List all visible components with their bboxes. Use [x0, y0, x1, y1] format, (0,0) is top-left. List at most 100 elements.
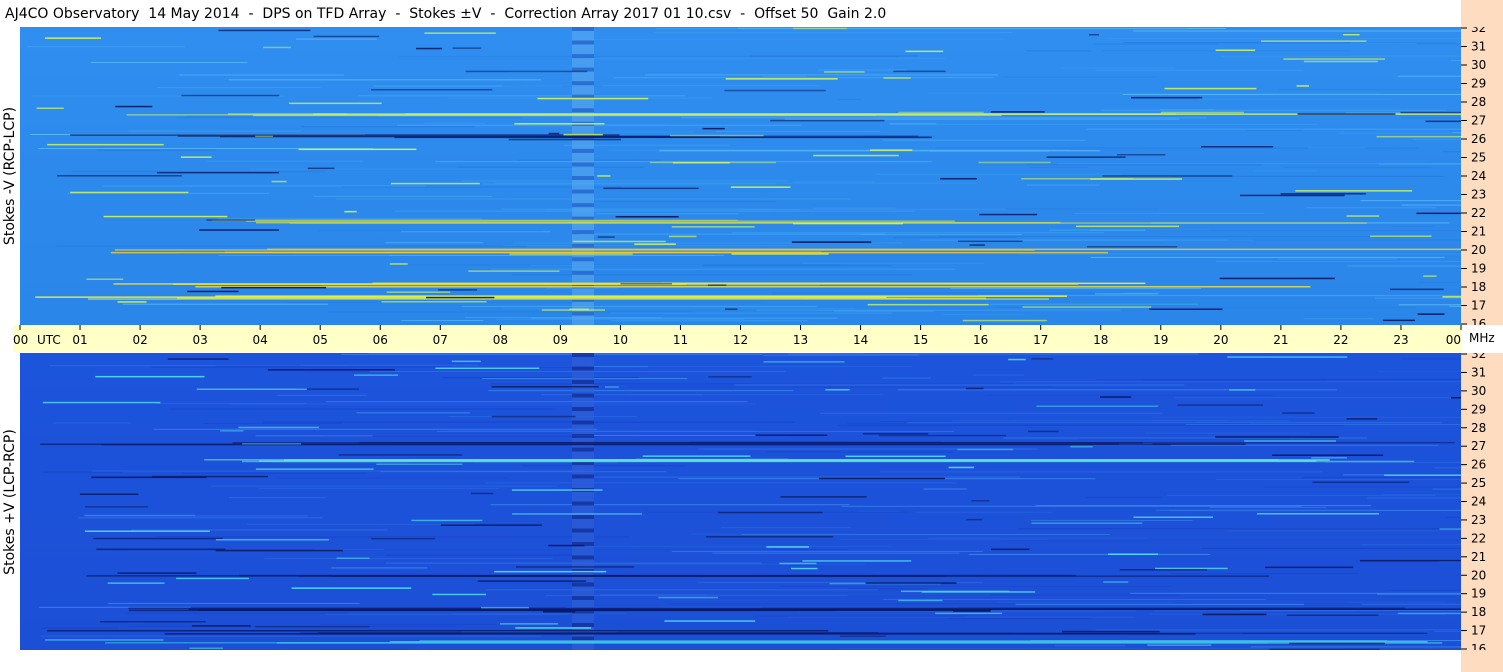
- time-tick-label: 09: [553, 333, 568, 347]
- spectrogram-streak: [1377, 593, 1461, 595]
- spectrogram-streak: [1392, 225, 1435, 227]
- spectrogram-streak: [1417, 43, 1461, 45]
- spectrogram-band-mark: [572, 311, 594, 316]
- time-tick-label: 17: [1033, 333, 1048, 347]
- spectrogram-dash: [215, 539, 329, 541]
- spectrogram-band-mark: [572, 176, 594, 180]
- spectrogram-streak: [1378, 371, 1461, 373]
- spectrogram-dash: [991, 548, 1030, 551]
- spectrogram-streak: [168, 408, 557, 410]
- spectrogram-streak: [1449, 305, 1461, 307]
- spectrogram-dash: [1425, 120, 1461, 123]
- spectrogram-streak: [837, 424, 1344, 426]
- spectrogram-dash: [791, 567, 818, 570]
- spectrogram-dash: [376, 463, 463, 465]
- freq-tick-label: 19: [1471, 587, 1486, 601]
- freq-tick-label: 25: [1471, 476, 1486, 490]
- spectrogram-dash: [42, 401, 161, 404]
- spectrogram-dash: [965, 387, 984, 390]
- spectrogram-streak: [923, 488, 967, 490]
- freq-axis-ticks-top: 16 17 18 19 20 21 22 23 24 25 26 27 28 29 30 31 32: [1461, 27, 1486, 325]
- freq-tick-label: 30: [1471, 384, 1486, 398]
- spectrogram-band-mark: [572, 636, 594, 641]
- spectrogram-feature-line: [40, 443, 1120, 445]
- spectrogram-streak: [715, 130, 881, 132]
- spectrogram-dash: [1076, 225, 1179, 228]
- freq-tick-label: 19: [1471, 262, 1486, 276]
- spectrogram-streak: [153, 428, 598, 430]
- spectrogram-streak: [1303, 318, 1374, 320]
- time-tick-label: 14: [853, 333, 868, 347]
- time-tick-label: 18: [1093, 333, 1108, 347]
- spectrogram-dash: [865, 582, 957, 584]
- freq-tick-label: 18: [1471, 280, 1486, 294]
- spectrogram-dash: [371, 537, 435, 540]
- freq-tick-label: 23: [1471, 188, 1486, 202]
- spectrogram-streak: [1122, 94, 1461, 95]
- spectrogram-streak: [1301, 476, 1461, 478]
- spectrogram-streak: [401, 231, 551, 233]
- spectrogram-streak: [41, 627, 119, 629]
- spectrogram-streak: [177, 253, 295, 255]
- spectrogram-streak: [573, 38, 1007, 40]
- spectrogram-streak: [204, 422, 343, 424]
- spectrogram-streak: [1054, 645, 1125, 647]
- spectrogram-dash: [44, 37, 101, 39]
- spectrogram-streak: [732, 232, 1105, 234]
- spectrogram-dash: [36, 107, 64, 109]
- spectrogram-streak: [156, 536, 629, 538]
- spectrogram-streak: [1078, 438, 1290, 440]
- spectrogram-streak: [802, 262, 985, 264]
- spectrogram-dash: [1219, 277, 1335, 280]
- time-tick-label: 23: [1393, 333, 1408, 347]
- spectrogram-streak: [1401, 204, 1461, 206]
- spectrogram-streak: [1246, 130, 1302, 131]
- spectrogram-streak: [319, 623, 497, 625]
- spectrogram-dash: [338, 454, 463, 456]
- spectrogram-streak: [762, 75, 807, 77]
- spectrogram-dash: [649, 161, 776, 164]
- spectrogram-dash: [432, 593, 486, 596]
- spectrogram-feature-line: [105, 642, 1268, 644]
- spectrogram-feature-line: [419, 640, 1387, 642]
- spectrogram-streak: [40, 635, 541, 637]
- freq-tick-label: 26: [1471, 132, 1486, 146]
- spectrogram-feature-line: [318, 632, 879, 634]
- spectrogram-dash: [263, 46, 291, 49]
- spectrogram-dash: [1346, 215, 1380, 217]
- spectrogram-dash: [1384, 474, 1461, 476]
- spectrogram-dash: [1008, 358, 1026, 361]
- spectrogram-dash: [1439, 528, 1461, 530]
- freq-tick-label: 29: [1471, 77, 1486, 91]
- time-tick-label: 01: [72, 333, 87, 347]
- spectrogram-dash: [1442, 296, 1461, 298]
- spectrogram-dash: [1152, 443, 1246, 445]
- spectrogram-streak: [1031, 519, 1193, 521]
- spectrogram-streak: [1153, 610, 1355, 612]
- spectrogram-dash: [167, 358, 229, 360]
- spectrogram-streak: [1027, 184, 1100, 186]
- spectrogram-dash: [1289, 642, 1385, 645]
- spectrogram-streak: [1227, 239, 1461, 241]
- spectrogram-dash: [115, 105, 153, 108]
- spectrogram-dash: [1119, 569, 1208, 571]
- spectrogram-dash: [481, 606, 529, 609]
- spectrogram-streak: [102, 185, 426, 187]
- freq-tick-label: 17: [1471, 299, 1486, 313]
- freq-axis-bottom: 16 17 18 19 20 21 22 23 24 25 26 27 28 29 30 31 32: [1461, 353, 1503, 650]
- spectrogram-dash: [979, 213, 1038, 216]
- spectrogram-streak: [1185, 424, 1461, 425]
- spectrogram-dash: [731, 253, 829, 255]
- spectrogram-streak: [611, 131, 694, 133]
- spectrogram-dash: [1244, 440, 1336, 442]
- spectrogram-dash: [199, 229, 279, 231]
- freq-tick-label: 29: [1471, 402, 1486, 416]
- spectrogram-streak: [1209, 507, 1327, 509]
- spectrogram-band-mark: [572, 447, 594, 452]
- time-tick-label: 11: [673, 333, 688, 347]
- spectrogram-streak: [611, 320, 808, 322]
- spectrogram-streak: [122, 303, 328, 305]
- spectrogram-dash: [298, 148, 417, 151]
- spectrogram-streak: [1361, 603, 1461, 605]
- freq-tick-label: 27: [1471, 439, 1486, 453]
